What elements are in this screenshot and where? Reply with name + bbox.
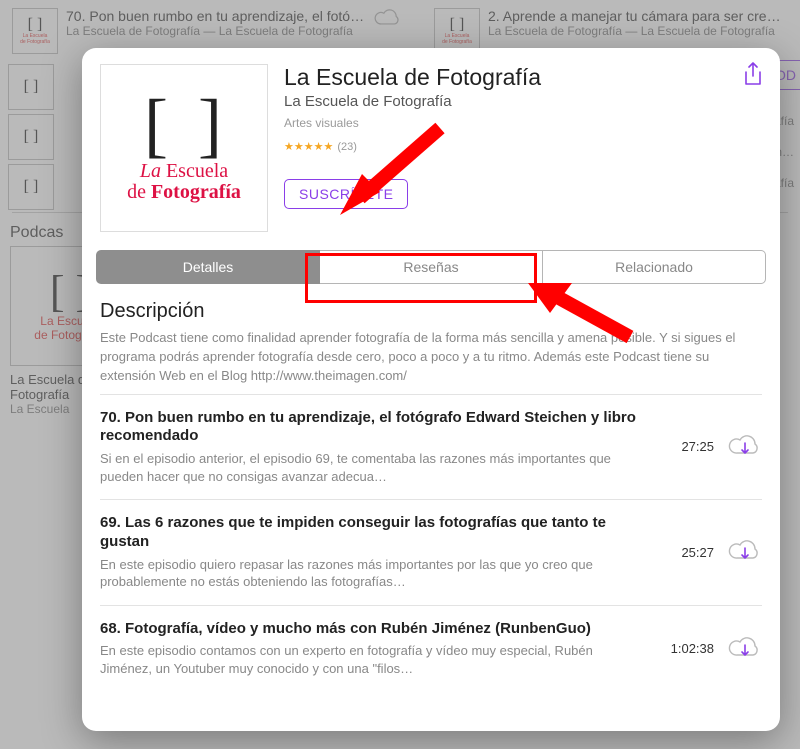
- share-icon[interactable]: [742, 62, 764, 88]
- episode-row[interactable]: 68. Fotografía, vídeo y mucho más con Ru…: [100, 605, 762, 692]
- tab-bar: Detalles Reseñas Relacionado: [96, 250, 766, 284]
- episode-title: 70. Pon buen rumbo en tu aprendizaje, el…: [100, 409, 636, 447]
- subscribe-button[interactable]: SUSCRÍBETE: [284, 179, 408, 209]
- episode-desc: En este episodio quiero repasar las razo…: [100, 556, 636, 591]
- tab-related[interactable]: Relacionado: [543, 250, 766, 284]
- episode-row[interactable]: 70. Pon buen rumbo en tu aprendizaje, el…: [100, 394, 762, 500]
- podcast-title: La Escuela de Fotografía: [284, 64, 762, 91]
- podcast-modal: [] La Escuela de Fotografía La Escuela d…: [82, 48, 780, 731]
- episode-duration: 25:27: [650, 545, 714, 560]
- podcast-author: La Escuela de Fotografía: [284, 93, 762, 110]
- podcast-rating: ★★★★★(23): [284, 140, 762, 153]
- episode-title: 69. Las 6 razones que te impiden consegu…: [100, 514, 636, 552]
- episode-desc: Si en el episodio anterior, el episodio …: [100, 450, 636, 485]
- episode-title: 68. Fotografía, vídeo y mucho más con Ru…: [100, 620, 636, 639]
- episode-duration: 27:25: [650, 439, 714, 454]
- download-cloud-icon[interactable]: [728, 538, 762, 566]
- episode-list: 70. Pon buen rumbo en tu aprendizaje, el…: [82, 394, 780, 692]
- episode-row[interactable]: 69. Las 6 razones que te impiden consegu…: [100, 499, 762, 605]
- episode-duration: 1:02:38: [650, 641, 714, 656]
- tab-details[interactable]: Detalles: [96, 250, 320, 284]
- podcast-category: Artes visuales: [284, 116, 762, 130]
- episode-desc: En este episodio contamos con un experto…: [100, 642, 636, 677]
- description-heading: Descripción: [82, 284, 780, 329]
- download-cloud-icon[interactable]: [728, 635, 762, 663]
- tab-reviews[interactable]: Reseñas: [320, 250, 543, 284]
- podcast-artwork: [] La Escuela de Fotografía: [100, 64, 268, 232]
- description-text: Este Podcast tiene como finalidad aprend…: [82, 329, 780, 394]
- download-cloud-icon[interactable]: [728, 433, 762, 461]
